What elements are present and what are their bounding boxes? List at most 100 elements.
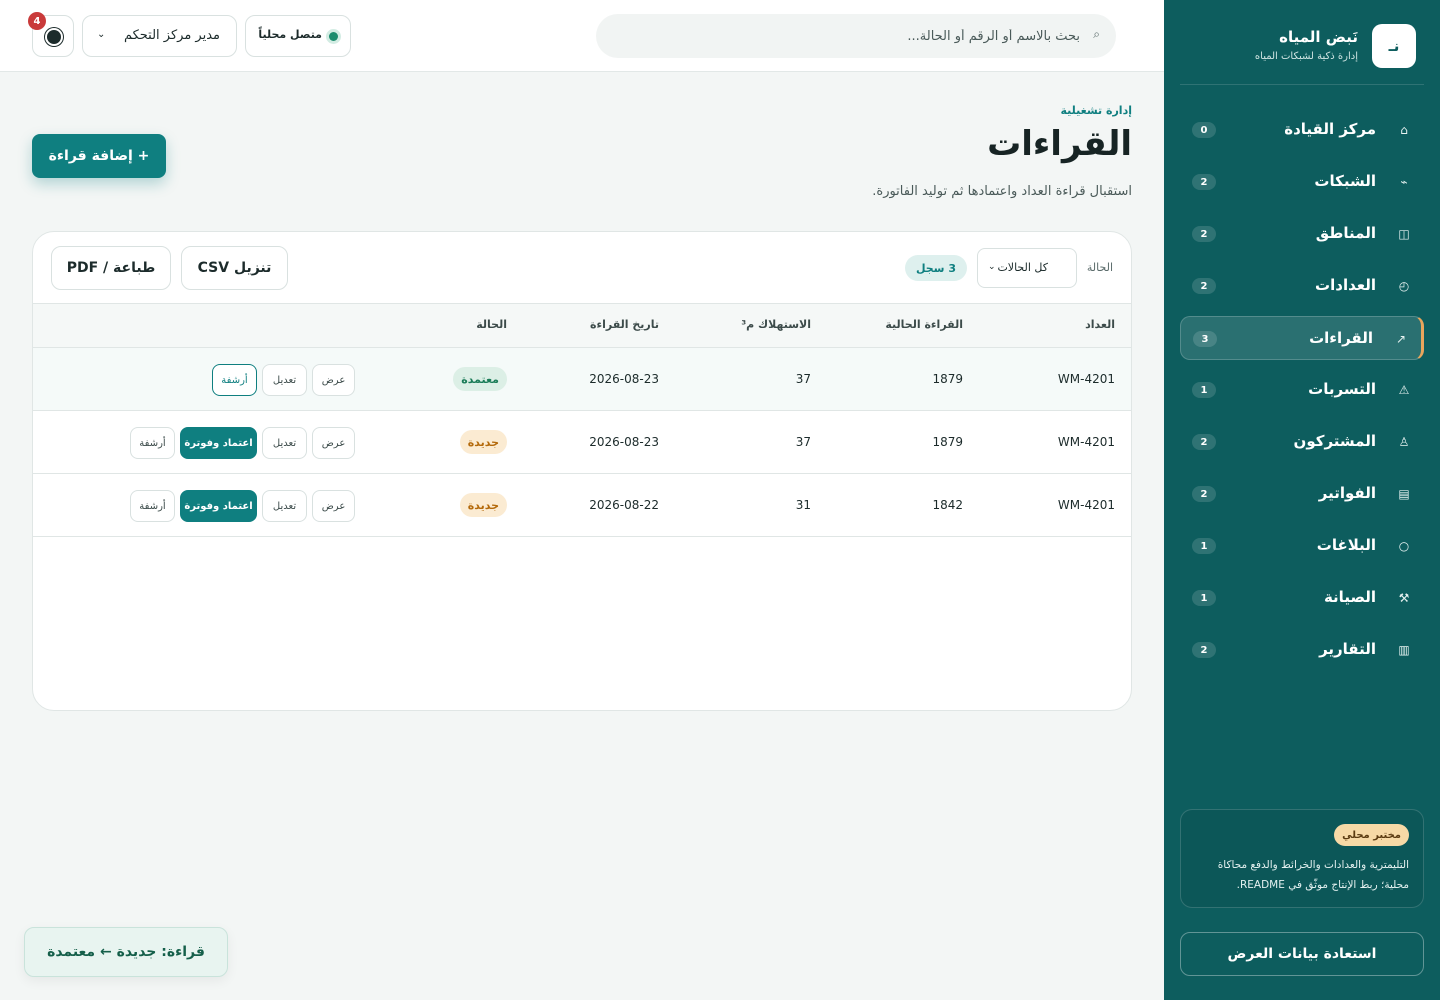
- table-row: WM-4201 1879 37 2026-08-23 معتمدة عرض تع…: [33, 348, 1131, 411]
- sidebar-item-subscribers[interactable]: ♙ المشتركون 2: [1180, 420, 1424, 464]
- maintenance-icon: ⚒: [1398, 591, 1410, 605]
- archive-button[interactable]: أرشفة: [130, 490, 175, 522]
- sidebar-item-label: المشتركون: [1293, 432, 1376, 450]
- status-badge: جديدة: [459, 430, 507, 454]
- approve-and-invoice-button[interactable]: اعتماد وفوترة: [180, 427, 257, 459]
- cell-date: 2026-08-22: [589, 498, 659, 512]
- edit-button[interactable]: تعديل: [262, 364, 307, 396]
- warning-icon: ⚠: [1398, 383, 1410, 397]
- page-eyebrow: إدارة تشغيلية: [1060, 104, 1132, 117]
- cell-meter: WM-4201: [1057, 498, 1115, 512]
- role-select[interactable]: مدير مركز التحكم ⌄: [82, 15, 237, 57]
- add-reading-button[interactable]: + إضافة قراءة: [32, 134, 166, 178]
- cell-current-reading: 1879: [932, 435, 963, 449]
- sidebar-item-command-center[interactable]: ⌂ مركز القيادة 0: [1180, 108, 1424, 152]
- print-pdf-button[interactable]: طباعة / PDF: [51, 246, 171, 290]
- column-header-status[interactable]: الحالة: [476, 318, 507, 331]
- table-row: WM-4201 1879 37 2026-08-23 جديدة عرض تعد…: [33, 411, 1131, 474]
- readings-icon: ↗: [1395, 332, 1407, 346]
- sidebar-item-count: 1: [1192, 590, 1216, 606]
- local-lab-card: مختبر محلي التليمترية والعدادات والخرائط…: [1180, 809, 1424, 908]
- status-badge: معتمدة: [453, 367, 507, 391]
- sidebar-item-reports-tickets[interactable]: ○ البلاغات 1: [1180, 524, 1424, 568]
- cell-meter: WM-4201: [1057, 372, 1115, 386]
- invoice-icon: ▤: [1398, 487, 1410, 501]
- notification-badge: 4: [28, 12, 46, 30]
- restore-demo-data-button[interactable]: استعادة بيانات العرض: [1180, 932, 1424, 976]
- map-icon: ◫: [1398, 227, 1410, 241]
- sidebar-item-label: الصيانة: [1323, 588, 1376, 606]
- cell-usage: 37: [795, 372, 811, 386]
- approve-and-invoice-button[interactable]: اعتماد وفوترة: [180, 490, 257, 522]
- sidebar-item-count: 2: [1192, 434, 1216, 450]
- sidebar-item-leaks[interactable]: ⚠ التسربات 1: [1180, 368, 1424, 412]
- sidebar-item-readings[interactable]: ↗ القراءات 3: [1180, 316, 1424, 360]
- sidebar-nav: ⌂ مركز القيادة 0 ⌁ الشبكات 2 ◫ المناطق 2…: [1180, 108, 1424, 680]
- table-toolbar: الحالة كل الحالات ⌄ 3 سجل تنزيل CSV طباع…: [33, 232, 1131, 304]
- report-icon: ○: [1398, 539, 1410, 553]
- search-icon: ⌕: [1093, 27, 1100, 41]
- record-count-badge: 3 سجل: [904, 255, 967, 281]
- sidebar-item-count: 2: [1192, 642, 1216, 658]
- cell-usage: 37: [795, 435, 811, 449]
- status-badge: جديدة: [459, 493, 507, 517]
- sidebar-item-count: 2: [1192, 226, 1216, 242]
- cell-date: 2026-08-23: [589, 372, 659, 386]
- brand-tagline: إدارة ذكية لشبكات المياه: [1254, 51, 1358, 62]
- sidebar-item-networks[interactable]: ⌁ الشبكات 2: [1180, 160, 1424, 204]
- download-csv-button[interactable]: تنزيل CSV: [181, 246, 288, 290]
- sidebar-item-label: مركز القيادة: [1284, 120, 1376, 138]
- archive-button[interactable]: أرشفة: [130, 427, 175, 459]
- status-toast: قراءة: جديدة ← معتمدة: [24, 927, 228, 977]
- status-filter-label: الحالة: [1086, 261, 1113, 274]
- sidebar-item-label: المناطق: [1315, 224, 1376, 242]
- readings-card: الحالة كل الحالات ⌄ 3 سجل تنزيل CSV طباع…: [32, 231, 1132, 711]
- sidebar-item-label: العدادات: [1315, 276, 1376, 294]
- sidebar-item-meters[interactable]: ◴ العدادات 2: [1180, 264, 1424, 308]
- column-header-date[interactable]: تاريخ القراءة: [590, 318, 659, 331]
- view-button[interactable]: عرض: [312, 364, 355, 396]
- archive-button[interactable]: أرشفة: [212, 364, 257, 396]
- network-icon: ⌁: [1400, 175, 1408, 189]
- theme-icon: [47, 30, 61, 44]
- sidebar-item-label: البلاغات: [1316, 536, 1376, 554]
- brand-divider: [1180, 84, 1424, 85]
- sidebar-item-count: 1: [1192, 382, 1216, 398]
- sidebar-item-count: 3: [1193, 331, 1217, 347]
- column-header-usage[interactable]: الاستهلاك م³: [741, 318, 811, 331]
- brand-logo: نـ: [1372, 24, 1416, 68]
- chevron-down-icon: ⌄: [97, 29, 106, 40]
- chevron-down-icon: ⌄: [988, 262, 996, 272]
- column-header-current-reading[interactable]: القراءة الحالية: [885, 318, 963, 331]
- search-input[interactable]: [620, 14, 1080, 58]
- cell-current-reading: 1879: [932, 372, 963, 386]
- edit-button[interactable]: تعديل: [262, 490, 307, 522]
- sidebar-item-label: الشبكات: [1314, 172, 1376, 190]
- sidebar-item-zones[interactable]: ◫ المناطق 2: [1180, 212, 1424, 256]
- sidebar-item-label: الفواتير: [1318, 484, 1376, 502]
- sidebar-item-count: 2: [1192, 486, 1216, 502]
- status-dot-icon: [329, 32, 338, 41]
- view-button[interactable]: عرض: [312, 490, 355, 522]
- topbar: ⌕ متصل محلياً مدير مركز التحكم ⌄ 4: [0, 0, 1164, 72]
- status-filter-select[interactable]: كل الحالات ⌄: [977, 248, 1077, 288]
- cell-meter: WM-4201: [1057, 435, 1115, 449]
- page-subtitle: استقبال قراءة العداد واعتمادها ثم توليد …: [872, 184, 1132, 199]
- sidebar-item-invoices[interactable]: ▤ الفواتير 2: [1180, 472, 1424, 516]
- view-button[interactable]: عرض: [312, 427, 355, 459]
- connection-status-text: متصل محلياً: [258, 28, 322, 41]
- subscribers-icon: ♙: [1398, 435, 1410, 449]
- lab-badge: مختبر محلي: [1334, 824, 1409, 846]
- connection-status: متصل محلياً: [245, 15, 351, 57]
- reports-icon: ▥: [1398, 643, 1410, 657]
- cell-date: 2026-08-23: [589, 435, 659, 449]
- edit-button[interactable]: تعديل: [262, 427, 307, 459]
- column-header-meter[interactable]: العداد: [1085, 318, 1115, 331]
- sidebar-item-label: التقارير: [1319, 640, 1376, 658]
- search-box: ⌕: [596, 14, 1116, 58]
- meter-icon: ◴: [1398, 279, 1410, 293]
- sidebar-item-reports[interactable]: ▥ التقارير 2: [1180, 628, 1424, 672]
- cell-usage: 31: [795, 498, 811, 512]
- sidebar-item-count: 0: [1192, 122, 1216, 138]
- sidebar-item-maintenance[interactable]: ⚒ الصيانة 1: [1180, 576, 1424, 620]
